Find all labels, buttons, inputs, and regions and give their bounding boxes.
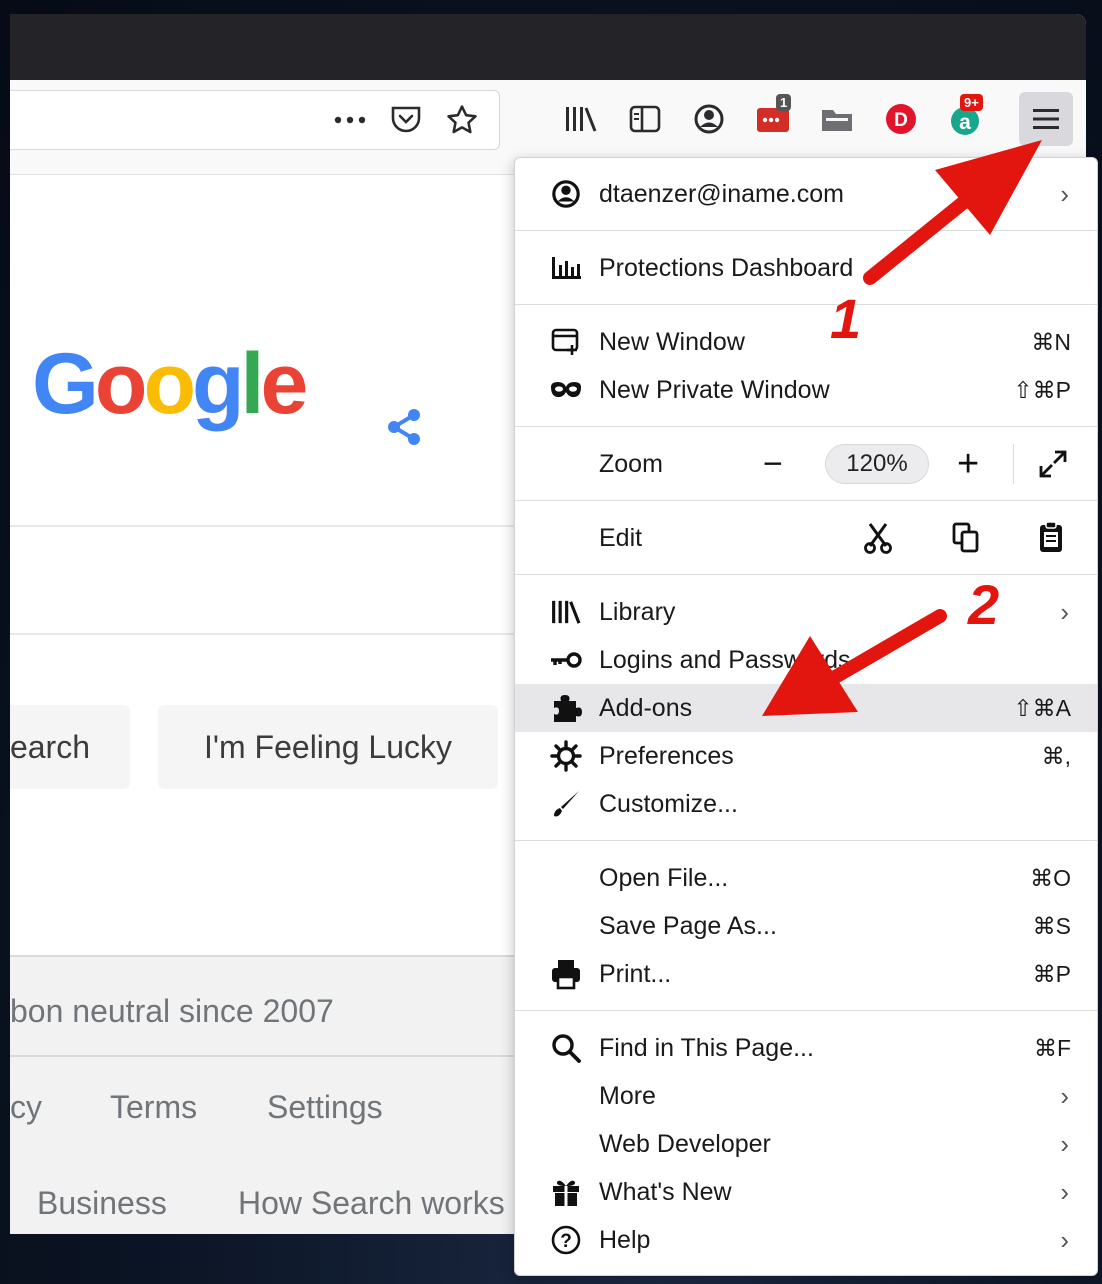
annotation-overlay <box>762 140 1042 716</box>
annotation-label-1: 1 <box>830 287 862 350</box>
annotation-arrow-2 <box>762 609 947 716</box>
annotation-label-2: 2 <box>968 573 1000 636</box>
annotation-arrow-1 <box>863 140 1042 285</box>
